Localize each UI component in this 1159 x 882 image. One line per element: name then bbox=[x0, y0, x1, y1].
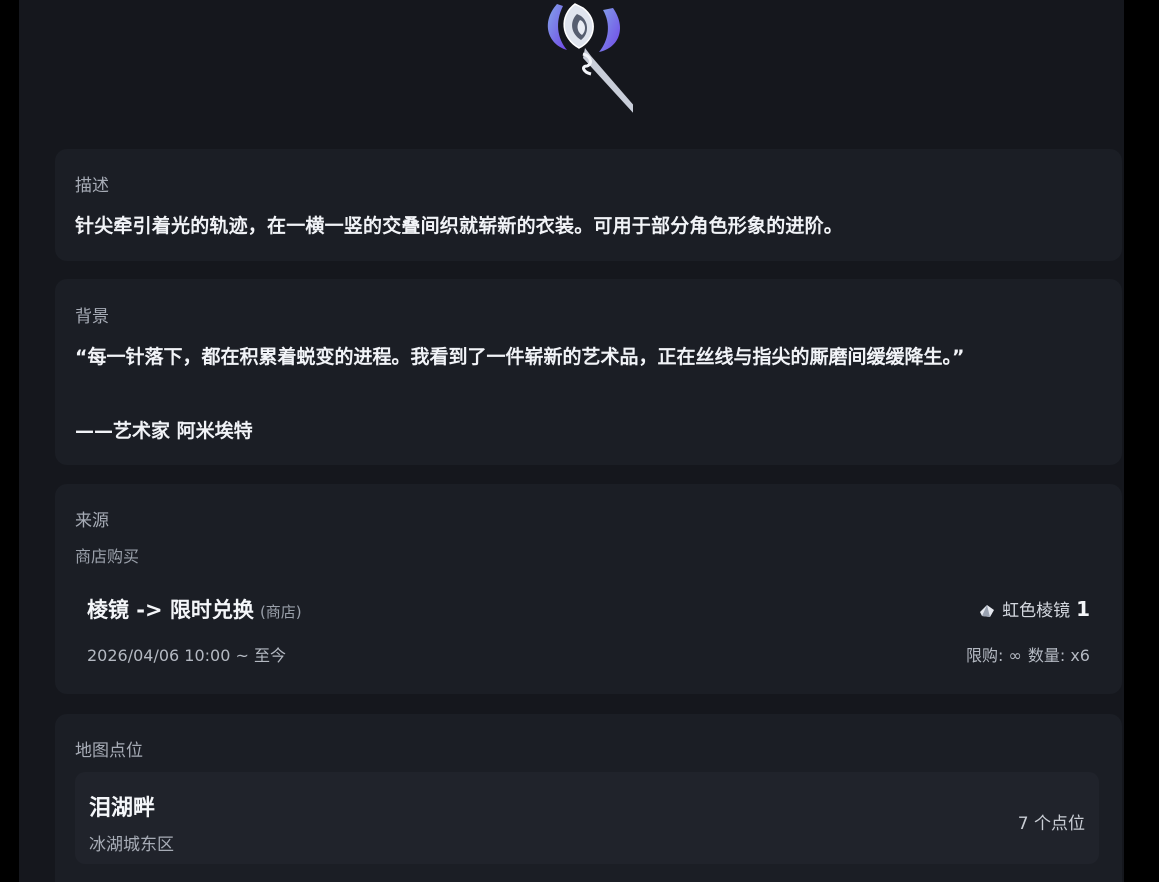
left-frame bbox=[0, 0, 19, 882]
location-row[interactable]: 泪湖畔 冰湖城东区 7 个点位 bbox=[75, 772, 1099, 864]
source-entry-title[interactable]: 棱镜 -> 限时兑换 (商店) bbox=[87, 594, 302, 624]
availability-period: 2026/04/06 10:00 ~ 至今 bbox=[87, 646, 286, 665]
cost-currency: 虹色棱镜 bbox=[1002, 601, 1071, 621]
source-subtitle: 商店购买 bbox=[75, 547, 140, 566]
source-card: 来源 商店购买 棱镜 -> 限时兑换 (商店) 2026/04/06 10:00 … bbox=[55, 484, 1122, 694]
needle-item-icon bbox=[547, 3, 633, 113]
prism-gem-icon bbox=[980, 605, 995, 617]
background-quote: “每一针落下，都在积累着蜕变的进程。我看到了一件崭新的艺术品，正在丝线与指尖的厮… bbox=[75, 346, 965, 368]
item-detail-panel: 描述 针尖牵引着光的轨迹，在一横一竖的交叠间织就崭新的衣装。可用于部分角色形象的… bbox=[19, 0, 1124, 882]
map-points-label: 地图点位 bbox=[75, 741, 143, 761]
source-entry-tag: (商店) bbox=[259, 603, 302, 621]
source-entry-name: 棱镜 -> 限时兑换 bbox=[87, 598, 254, 622]
location-area: 冰湖城东区 bbox=[89, 835, 174, 855]
description-label: 描述 bbox=[75, 176, 109, 196]
background-label: 背景 bbox=[75, 307, 109, 327]
quote-author: ——艺术家 阿米埃特 bbox=[75, 420, 253, 442]
location-point-count: 7 个点位 bbox=[1017, 814, 1085, 834]
right-frame bbox=[1124, 0, 1159, 882]
purchase-limit: 限购: ∞ bbox=[966, 646, 1022, 665]
map-points-card: 地图点位 泪湖畔 冰湖城东区 7 个点位 bbox=[55, 714, 1122, 882]
location-name: 泪湖畔 bbox=[89, 796, 156, 821]
purchase-quantity: 数量: x6 bbox=[1027, 646, 1090, 665]
cost-amount: 1 bbox=[1076, 597, 1090, 621]
purchase-limits: 限购: ∞ 数量: x6 bbox=[966, 642, 1090, 666]
exchange-cost: 虹色棱镜 1 bbox=[978, 596, 1090, 621]
source-label: 来源 bbox=[75, 511, 109, 531]
background-card: 背景 “每一针落下，都在积累着蜕变的进程。我看到了一件崭新的艺术品，正在丝线与指… bbox=[55, 279, 1122, 465]
description-text: 针尖牵引着光的轨迹，在一横一竖的交叠间织就崭新的衣装。可用于部分角色形象的进阶。 bbox=[75, 215, 844, 237]
description-card: 描述 针尖牵引着光的轨迹，在一横一竖的交叠间织就崭新的衣装。可用于部分角色形象的… bbox=[55, 149, 1122, 261]
